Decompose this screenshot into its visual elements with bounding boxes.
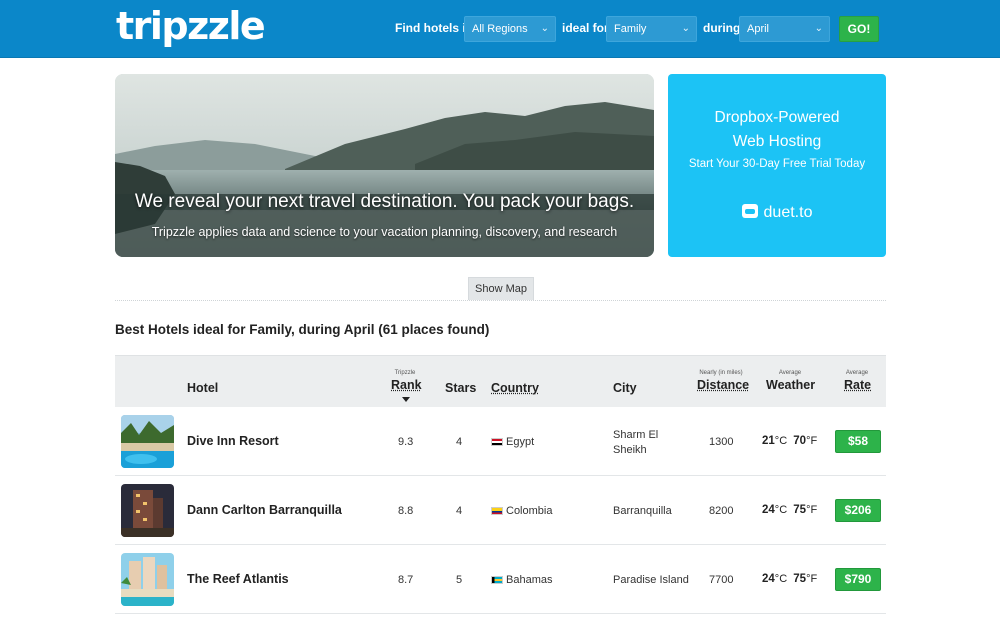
results-title: Best Hotels ideal for Family, during Apr… bbox=[115, 322, 490, 337]
month-select-value: April bbox=[747, 23, 770, 35]
stars-value: 5 bbox=[456, 574, 463, 586]
country-cell: Egypt bbox=[491, 436, 534, 448]
show-map-button[interactable]: Show Map bbox=[468, 277, 534, 300]
table-row[interactable]: Dann Carlton Barranquilla 8.8 4 Colombia… bbox=[115, 476, 886, 545]
during-label: during bbox=[703, 21, 741, 35]
stars-column-header: Stars bbox=[445, 381, 477, 395]
find-hotels-label: Find hotels in bbox=[395, 21, 473, 35]
go-button[interactable]: GO! bbox=[839, 16, 879, 42]
chevron-down-icon: ⌄ bbox=[540, 23, 549, 34]
month-select[interactable]: April ⌄ bbox=[739, 16, 830, 42]
distance-value: 7700 bbox=[709, 574, 734, 586]
distance-value: 8200 bbox=[709, 505, 734, 517]
rate-button[interactable]: $206 bbox=[835, 499, 881, 522]
ad-title-line2: Web Hosting bbox=[732, 133, 822, 150]
table-row[interactable]: Dive Inn Resort 9.3 4 Egypt Sharm El She… bbox=[115, 407, 886, 476]
celsius-unit: °C bbox=[774, 435, 788, 447]
results-table-header: Hotel Tripzzle Rank Stars Country City N… bbox=[115, 355, 886, 407]
hotel-name-link[interactable]: Dann Carlton Barranquilla bbox=[187, 503, 342, 517]
rank-column-header[interactable]: Rank bbox=[391, 378, 422, 392]
ideal-for-label: ideal for bbox=[562, 21, 609, 35]
stars-value: 4 bbox=[456, 505, 463, 517]
temp-celsius: 24 bbox=[762, 504, 775, 516]
ad-brand: duet.to bbox=[668, 204, 886, 222]
stars-value: 4 bbox=[456, 436, 463, 448]
hotel-name-link[interactable]: The Reef Atlantis bbox=[187, 572, 289, 586]
hero-banner: We reveal your next travel destination. … bbox=[115, 74, 654, 257]
duet-logo-icon bbox=[741, 204, 758, 218]
rank-value: 8.7 bbox=[398, 574, 414, 586]
distance-column-header[interactable]: Distance bbox=[697, 378, 749, 392]
city-line1: Sharm El bbox=[613, 429, 659, 441]
country-column-header[interactable]: Country bbox=[491, 381, 539, 395]
country-value: Bahamas bbox=[506, 574, 553, 586]
country-value: Egypt bbox=[506, 436, 535, 448]
ad-subtitle: Start Your 30-Day Free Trial Today bbox=[688, 158, 866, 170]
chevron-down-icon: ⌄ bbox=[814, 23, 823, 34]
region-select-value: All Regions bbox=[472, 23, 528, 35]
hotel-photo-beach bbox=[121, 553, 174, 606]
weather-value: 24°C 75°F bbox=[762, 573, 817, 585]
rank-value: 9.3 bbox=[398, 436, 414, 448]
rate-column-header[interactable]: Rate bbox=[844, 378, 871, 392]
weather-header-caption: Average bbox=[778, 370, 802, 376]
temp-fahrenheit: 70 bbox=[793, 435, 807, 447]
rank-header-caption: Tripzzle bbox=[394, 370, 416, 376]
distance-value: 1300 bbox=[709, 436, 734, 448]
rank-value: 8.8 bbox=[398, 505, 414, 517]
celsius-unit: °C bbox=[774, 573, 788, 585]
temp-celsius: 24 bbox=[762, 573, 775, 585]
top-navigation-bar: tripzzle Find hotels in All Regions ⌄ id… bbox=[0, 0, 1000, 58]
chevron-down-icon: ⌄ bbox=[681, 23, 690, 34]
celsius-unit: °C bbox=[774, 504, 788, 516]
tripzzle-logo[interactable]: tripzzle bbox=[116, 4, 266, 48]
hotel-thumbnail[interactable] bbox=[121, 553, 174, 606]
temp-celsius: 21 bbox=[762, 435, 775, 447]
hero-title: We reveal your next travel destination. … bbox=[134, 191, 635, 212]
weather-value: 21°C 70°F bbox=[762, 435, 817, 447]
city-column-header: City bbox=[613, 381, 637, 395]
ad-title: Dropbox-Powered Web Hosting bbox=[668, 106, 886, 154]
colombia-flag-icon bbox=[491, 507, 503, 515]
hotel-thumbnail[interactable] bbox=[121, 415, 174, 468]
city-value: Barranquilla bbox=[613, 505, 672, 517]
rate-header-caption: Average bbox=[845, 370, 869, 376]
temp-fahrenheit: 75 bbox=[793, 504, 807, 516]
advertisement-banner[interactable]: Dropbox-Powered Web Hosting Start Your 3… bbox=[668, 74, 886, 257]
country-cell: Colombia bbox=[491, 505, 552, 517]
ad-brand-text: duet.to bbox=[763, 204, 813, 221]
distance-header-caption: Nearly (in miles) bbox=[699, 370, 743, 376]
country-value: Colombia bbox=[506, 505, 553, 517]
fahrenheit-unit: °F bbox=[806, 504, 818, 516]
ideal-for-select-value: Family bbox=[614, 23, 647, 35]
sort-descending-icon[interactable] bbox=[402, 397, 410, 402]
rate-button[interactable]: $790 bbox=[835, 568, 881, 591]
table-row[interactable]: The Reef Atlantis 8.7 5 Bahamas Paradise… bbox=[115, 545, 886, 614]
hotel-name-link[interactable]: Dive Inn Resort bbox=[187, 434, 279, 448]
temp-fahrenheit: 75 bbox=[793, 573, 807, 585]
city-value: Paradise Island bbox=[613, 574, 689, 586]
city-value: Sharm El Sheikh bbox=[613, 428, 658, 458]
hotel-photo-tower bbox=[121, 484, 174, 537]
fahrenheit-unit: °F bbox=[806, 435, 818, 447]
rate-button[interactable]: $58 bbox=[835, 430, 881, 453]
bahamas-flag-icon bbox=[491, 576, 503, 584]
fahrenheit-unit: °F bbox=[806, 573, 818, 585]
weather-column-header: Weather bbox=[766, 378, 816, 392]
egypt-flag-icon bbox=[491, 438, 503, 446]
hotel-column-header: Hotel bbox=[187, 381, 219, 395]
hotel-photo-pool bbox=[121, 415, 174, 468]
city-line2: Sheikh bbox=[613, 444, 647, 456]
region-select[interactable]: All Regions ⌄ bbox=[464, 16, 556, 42]
ad-title-line1: Dropbox-Powered bbox=[714, 109, 840, 126]
hotel-thumbnail[interactable] bbox=[121, 484, 174, 537]
hero-subtitle: Tripzzle applies data and science to you… bbox=[151, 225, 618, 239]
country-cell: Bahamas bbox=[491, 574, 552, 586]
ideal-for-select[interactable]: Family ⌄ bbox=[606, 16, 697, 42]
weather-value: 24°C 75°F bbox=[762, 504, 817, 516]
